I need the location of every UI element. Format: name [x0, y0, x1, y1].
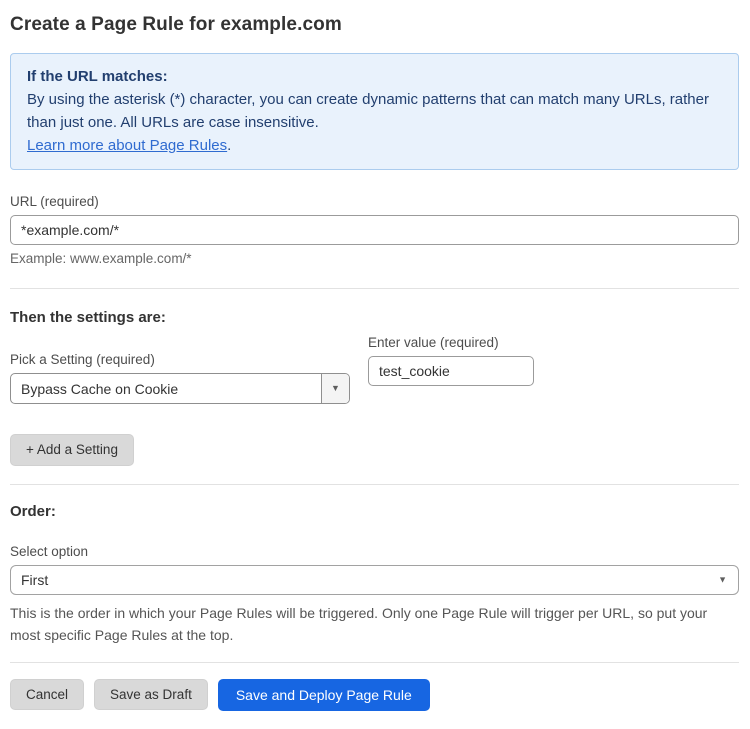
order-select-value: First — [21, 572, 48, 588]
pick-setting-label: Pick a Setting (required) — [10, 352, 350, 367]
url-matches-info-box: If the URL matches: By using the asteris… — [10, 53, 739, 170]
url-example-helper: Example: www.example.com/* — [10, 251, 739, 266]
order-helper-text: This is the order in which your Page Rul… — [10, 602, 730, 646]
add-setting-button[interactable]: + Add a Setting — [10, 434, 134, 466]
enter-value-label: Enter value (required) — [368, 335, 534, 350]
learn-more-link[interactable]: Learn more about Page Rules — [27, 137, 227, 154]
divider — [10, 288, 739, 289]
select-option-label: Select option — [10, 544, 739, 559]
link-suffix: . — [227, 137, 231, 154]
url-input[interactable] — [10, 215, 739, 245]
setting-dropdown[interactable]: Bypass Cache on Cookie ▼ — [10, 373, 350, 404]
order-section-heading: Order: — [10, 503, 739, 520]
url-field-label: URL (required) — [10, 194, 739, 209]
setting-dropdown-value: Bypass Cache on Cookie — [11, 374, 321, 403]
save-as-draft-button[interactable]: Save as Draft — [94, 679, 208, 711]
enter-value-column: Enter value (required) — [368, 335, 534, 386]
pick-setting-column: Pick a Setting (required) Bypass Cache o… — [10, 328, 350, 404]
order-select[interactable]: First ▼ — [10, 565, 739, 595]
divider — [10, 662, 739, 663]
info-box-body: By using the asterisk (*) character, you… — [27, 88, 722, 134]
setting-row: Pick a Setting (required) Bypass Cache o… — [10, 328, 739, 404]
chevron-down-icon: ▼ — [331, 384, 340, 393]
setting-value-input[interactable] — [368, 356, 534, 386]
info-box-heading: If the URL matches: — [27, 65, 722, 88]
setting-dropdown-button[interactable]: ▼ — [321, 374, 349, 403]
chevron-down-icon: ▼ — [718, 575, 727, 584]
page-title: Create a Page Rule for example.com — [10, 14, 739, 36]
footer-actions: Cancel Save as Draft Save and Deploy Pag… — [10, 679, 739, 711]
cancel-button[interactable]: Cancel — [10, 679, 84, 711]
divider — [10, 484, 739, 485]
info-box-link-line: Learn more about Page Rules. — [27, 134, 722, 157]
create-page-rule-form: Create a Page Rule for example.com If th… — [0, 0, 750, 729]
save-and-deploy-button[interactable]: Save and Deploy Page Rule — [218, 679, 430, 711]
settings-section-heading: Then the settings are: — [10, 309, 739, 326]
